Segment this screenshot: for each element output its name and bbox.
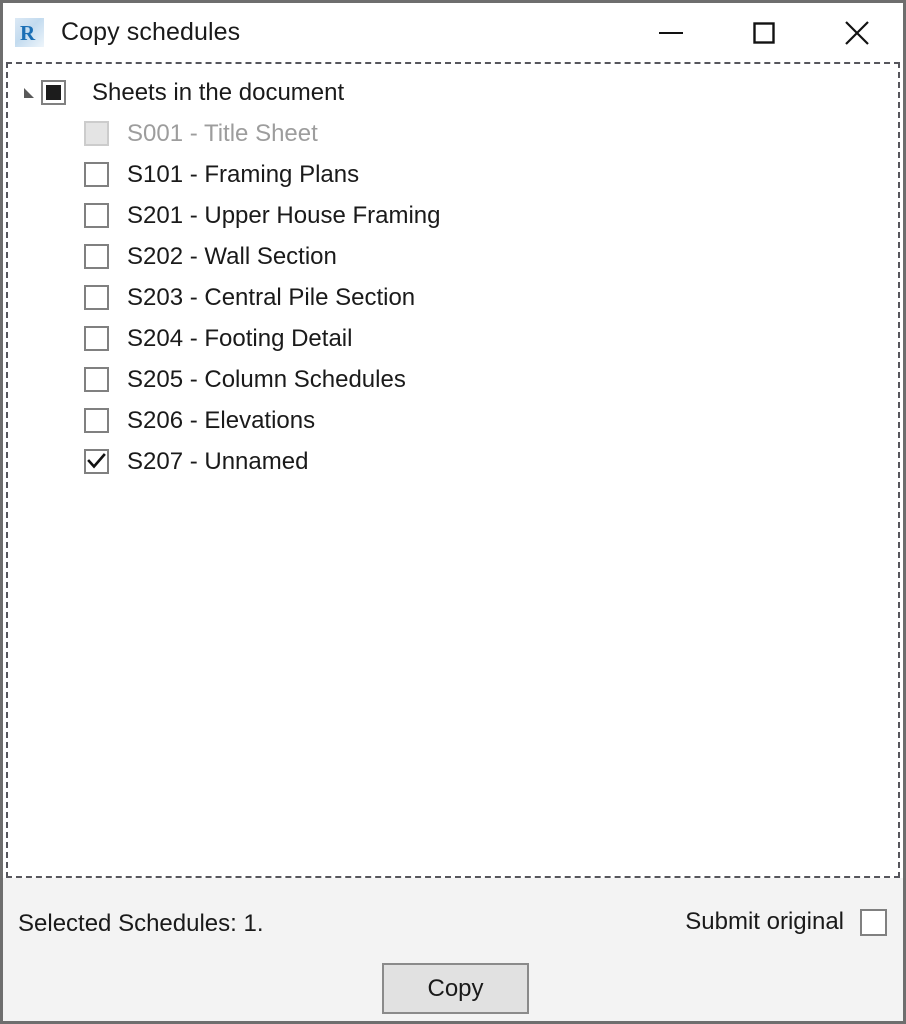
minimize-icon (658, 26, 684, 40)
tree-row-sheet: S001 - Title Sheet (8, 113, 898, 154)
checkbox-sheet[interactable] (84, 162, 109, 187)
tree-row-sheet[interactable]: S202 - Wall Section (8, 236, 898, 277)
checkbox-sheet[interactable] (84, 244, 109, 269)
tree-row-sheet[interactable]: S201 - Upper House Framing (8, 195, 898, 236)
tree-row-sheet[interactable]: S204 - Footing Detail (8, 318, 898, 359)
submit-original-label: Submit original (685, 908, 844, 935)
tree-row-sheet[interactable]: S205 - Column Schedules (8, 359, 898, 400)
tree-row-sheet-label: S201 - Upper House Framing (127, 201, 441, 229)
tree-row-sheet[interactable]: S203 - Central Pile Section (8, 277, 898, 318)
checkbox-sheet (84, 121, 109, 146)
sheets-tree-panel[interactable]: Sheets in the document S001 - Title Shee… (6, 62, 900, 878)
window-controls (624, 3, 903, 62)
tree-row-sheet-label: S205 - Column Schedules (127, 365, 406, 393)
tree-row-sheet[interactable]: S101 - Framing Plans (8, 154, 898, 195)
checkbox-sheet[interactable] (84, 449, 109, 474)
close-button[interactable] (810, 3, 903, 62)
triangle-expanded-icon[interactable] (17, 72, 41, 113)
submit-original-checkbox[interactable] (860, 908, 887, 936)
tree-row-sheet[interactable]: S206 - Elevations (8, 400, 898, 441)
tree-row-sheet-label: S206 - Elevations (127, 406, 316, 434)
title-bar: R Copy schedules (3, 3, 903, 62)
close-icon (843, 19, 871, 47)
tree-row-sheet-label: S203 - Central Pile Section (127, 283, 416, 311)
checkbox-sheet[interactable] (84, 203, 109, 228)
tree-row-root-label: Sheets in the document (92, 78, 345, 106)
checkbox-sheet[interactable] (84, 367, 109, 392)
tree-row-sheet-label: S101 - Framing Plans (127, 160, 360, 188)
checkbox-root[interactable] (41, 80, 66, 105)
checkbox-sheet[interactable] (84, 408, 109, 433)
tree-row-root[interactable]: Sheets in the document (8, 72, 898, 113)
tree-row-sheet-label: S001 - Title Sheet (127, 119, 318, 147)
copy-schedules-window: R Copy schedules Sheets in the document … (0, 0, 906, 1024)
tree-row-sheet-label: S204 - Footing Detail (127, 324, 353, 352)
tree-row-sheet-label: S207 - Unnamed (127, 447, 309, 475)
checkbox-sheet[interactable] (84, 285, 109, 310)
window-title: Copy schedules (61, 18, 241, 46)
tree-row-sheet[interactable]: S207 - Unnamed (8, 441, 898, 482)
copy-button[interactable]: Copy (382, 963, 529, 1014)
checkbox-sheet[interactable] (84, 326, 109, 351)
minimize-button[interactable] (624, 3, 717, 62)
revit-r-icon: R (15, 18, 44, 47)
status-text: Selected Schedules: 1. (18, 910, 264, 937)
maximize-button[interactable] (717, 3, 810, 62)
submit-original-group[interactable]: Submit original (685, 908, 887, 936)
svg-text:R: R (20, 21, 36, 45)
tree-row-sheet-label: S202 - Wall Section (127, 242, 337, 270)
maximize-icon (752, 21, 776, 45)
